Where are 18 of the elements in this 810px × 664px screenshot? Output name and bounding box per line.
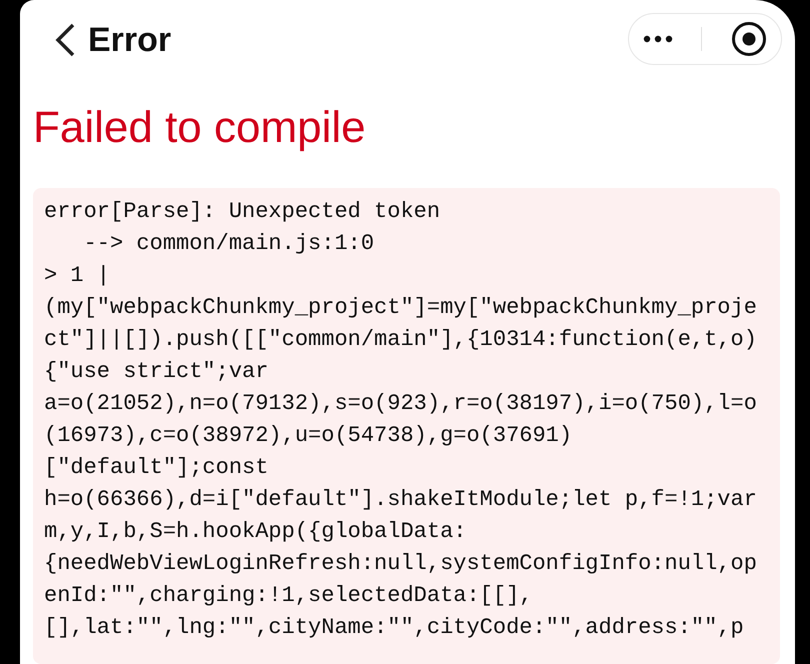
code-line: {"use strict";var (44, 358, 270, 386)
code-line: ["default"];const (44, 454, 270, 482)
code-line: enId:"",charging:!1,selectedData:[[], (44, 582, 534, 610)
code-line: [],lat:"",lng:"",cityName:"",cityCode:"",address:"",p (44, 614, 745, 642)
code-line: ct"]||[]).push([["common/main"],{10314:function(e,t,o) (44, 326, 758, 354)
error-heading: Failed to compile (33, 102, 367, 154)
code-line: > 1 | (44, 262, 112, 290)
code-line: {needWebViewLoginRefresh:null,systemConfigInfo:null,op (44, 550, 758, 578)
code-line: --> common/main.js:1:0 (82, 230, 376, 258)
code-line: (16973),c=o(38972),u=o(54738),g=o(37691) (44, 422, 574, 450)
code-line: m,y,I,b,S=h.hookApp({globalData: (44, 518, 468, 546)
code-line: (my["webpackChunkmy_project"]=my["webpackChunkmy_proje (44, 294, 758, 322)
back-icon[interactable] (54, 22, 76, 58)
page-title: Error (88, 20, 172, 60)
code-line: h=o(66366),d=i["default"].shakeItModule;let p,f=!1;var (44, 486, 758, 514)
code-line: error[Parse]: Unexpected token (44, 198, 442, 226)
code-line: a=o(21052),n=o(79132),s=o(923),r=o(38197),i=o(750),l=o (44, 390, 758, 418)
more-icon[interactable] (643, 35, 674, 43)
